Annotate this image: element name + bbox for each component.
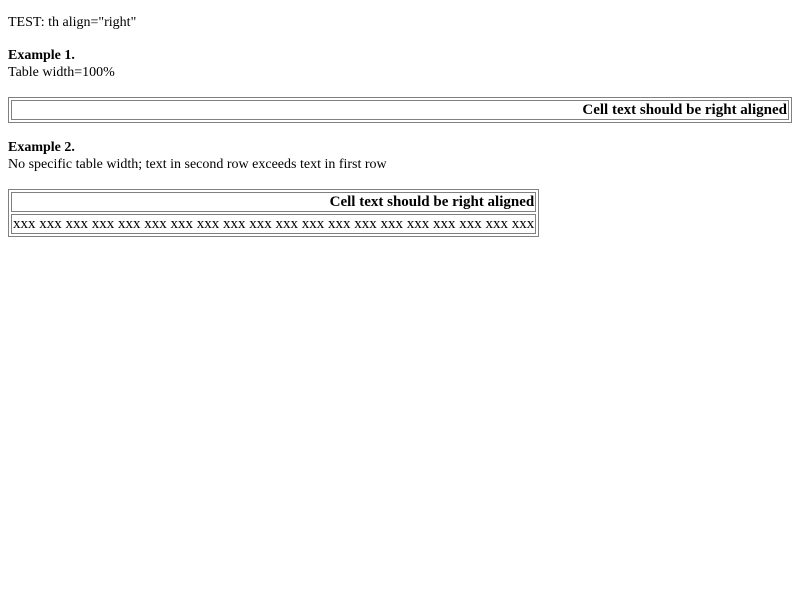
example-2-data-cell: xxx xxx xxx xxx xxx xxx xxx xxx xxx xxx … — [11, 214, 537, 234]
table-row: Cell text should be right aligned — [11, 100, 789, 120]
example-2-table: Cell text should be right aligned xxx xx… — [8, 189, 540, 237]
table-row: Cell text should be right aligned — [11, 192, 537, 212]
page-content: TEST: th align="right" Example 1. Table … — [8, 14, 792, 253]
example-2-header-cell: Cell text should be right aligned — [11, 192, 537, 212]
example-1-table: Cell text should be right aligned — [8, 97, 792, 123]
table-row: xxx xxx xxx xxx xxx xxx xxx xxx xxx xxx … — [11, 214, 537, 234]
example-2-description: No specific table width; text in second … — [8, 157, 387, 172]
page-title: TEST: th align="right" — [8, 15, 137, 30]
example-2-heading: Example 2. — [8, 140, 75, 155]
example-1-heading: Example 1. — [8, 48, 75, 63]
example-1-header-cell: Cell text should be right aligned — [11, 100, 789, 120]
example-1-description: Table width=100% — [8, 65, 115, 80]
